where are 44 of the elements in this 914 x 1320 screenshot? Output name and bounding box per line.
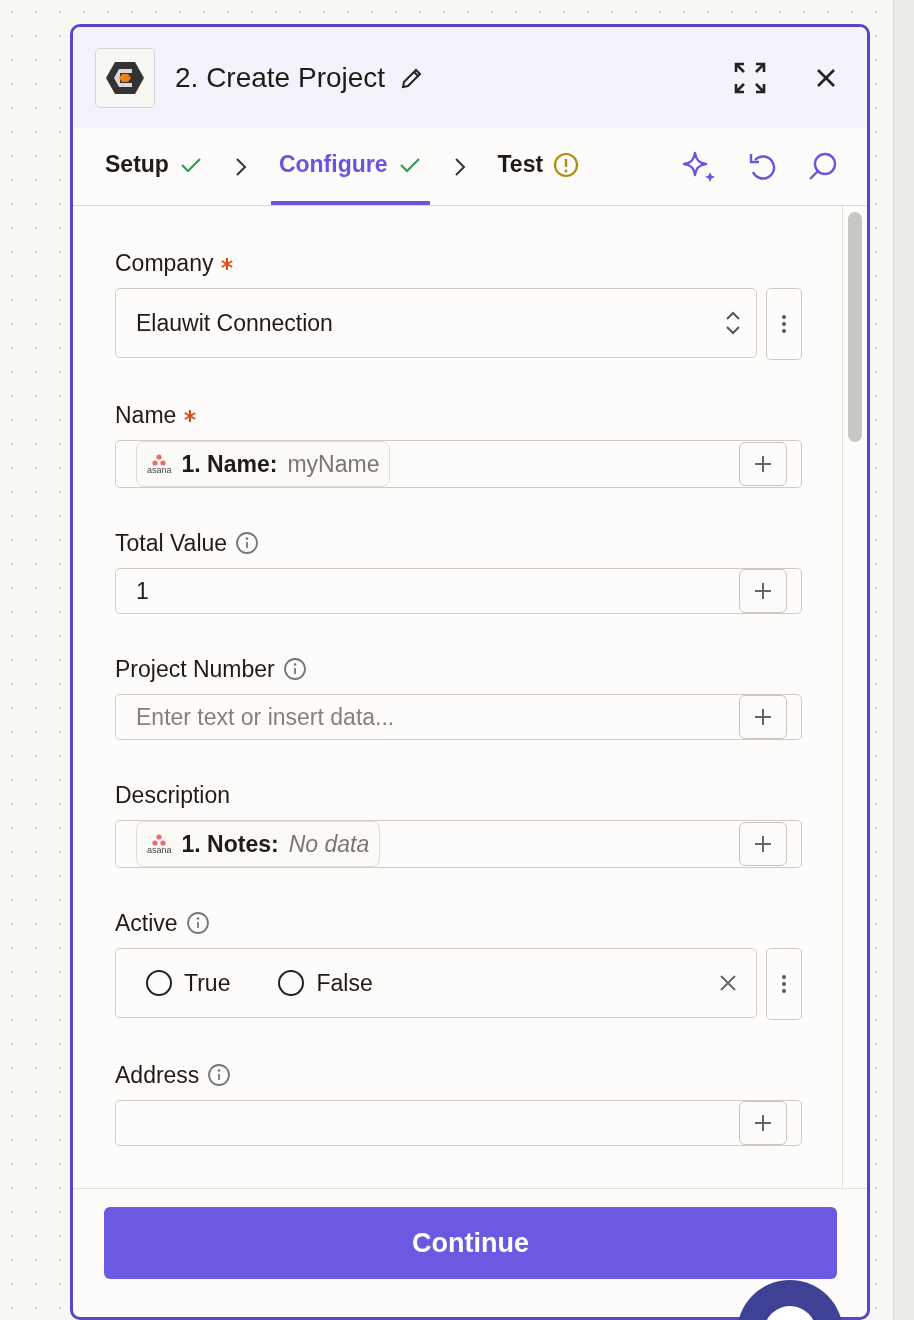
company-select[interactable]: Elauwit Connection (115, 288, 757, 358)
plus-icon (753, 581, 773, 601)
input-field[interactable]: asana 1. Name: myName (115, 440, 802, 488)
insert-data-button[interactable] (739, 822, 787, 866)
chevron-right-icon (453, 156, 466, 177)
plus-icon (753, 834, 773, 854)
step-tab[interactable]: Configure (270, 128, 430, 205)
close-icon[interactable] (815, 66, 837, 89)
plus-icon (753, 454, 773, 474)
input-field[interactable]: asana 1. Notes: No data (115, 820, 802, 868)
field-label: Description (115, 781, 231, 809)
insert-data-button[interactable] (739, 569, 787, 613)
text-input[interactable]: 1 (136, 577, 729, 605)
more-icon (781, 314, 787, 334)
insert-data-button[interactable] (739, 442, 787, 486)
field-label: Project Number (115, 655, 275, 683)
chevron-right-icon (234, 156, 247, 177)
scrollbar-thumb[interactable] (848, 212, 862, 442)
plus-icon (753, 1113, 773, 1133)
field-label: Total Value (115, 529, 228, 557)
data-pill[interactable]: asana 1. Name: myName (136, 441, 391, 487)
text-input[interactable]: Enter text or insert data... (136, 703, 729, 731)
chevron-updown-icon (724, 309, 742, 337)
continue-button[interactable]: Continue (104, 1207, 837, 1279)
field-label: Active (115, 909, 178, 937)
step-tab[interactable]: Test (489, 128, 588, 205)
more-icon (781, 974, 787, 994)
expand-icon[interactable] (733, 60, 767, 95)
field-label: Address (115, 1061, 200, 1089)
step-tab[interactable]: Setup (97, 128, 211, 205)
radio-option[interactable]: True (146, 969, 231, 997)
sparkle-icon[interactable] (681, 149, 717, 184)
data-pill[interactable]: asana 1. Notes: No data (136, 821, 381, 867)
insert-data-button[interactable] (739, 695, 787, 739)
plus-icon (753, 707, 773, 727)
radio-option[interactable]: False (278, 969, 373, 997)
app-logo-icon (95, 47, 155, 108)
field-label: Company (115, 249, 214, 277)
field-label: Name (115, 401, 177, 429)
input-field[interactable] (115, 1100, 802, 1146)
input-field[interactable]: 1 (115, 568, 802, 614)
step-title: 2. Create Project (175, 61, 386, 94)
input-field[interactable]: Enter text or insert data... (115, 694, 802, 740)
insert-data-button[interactable] (739, 1101, 787, 1145)
